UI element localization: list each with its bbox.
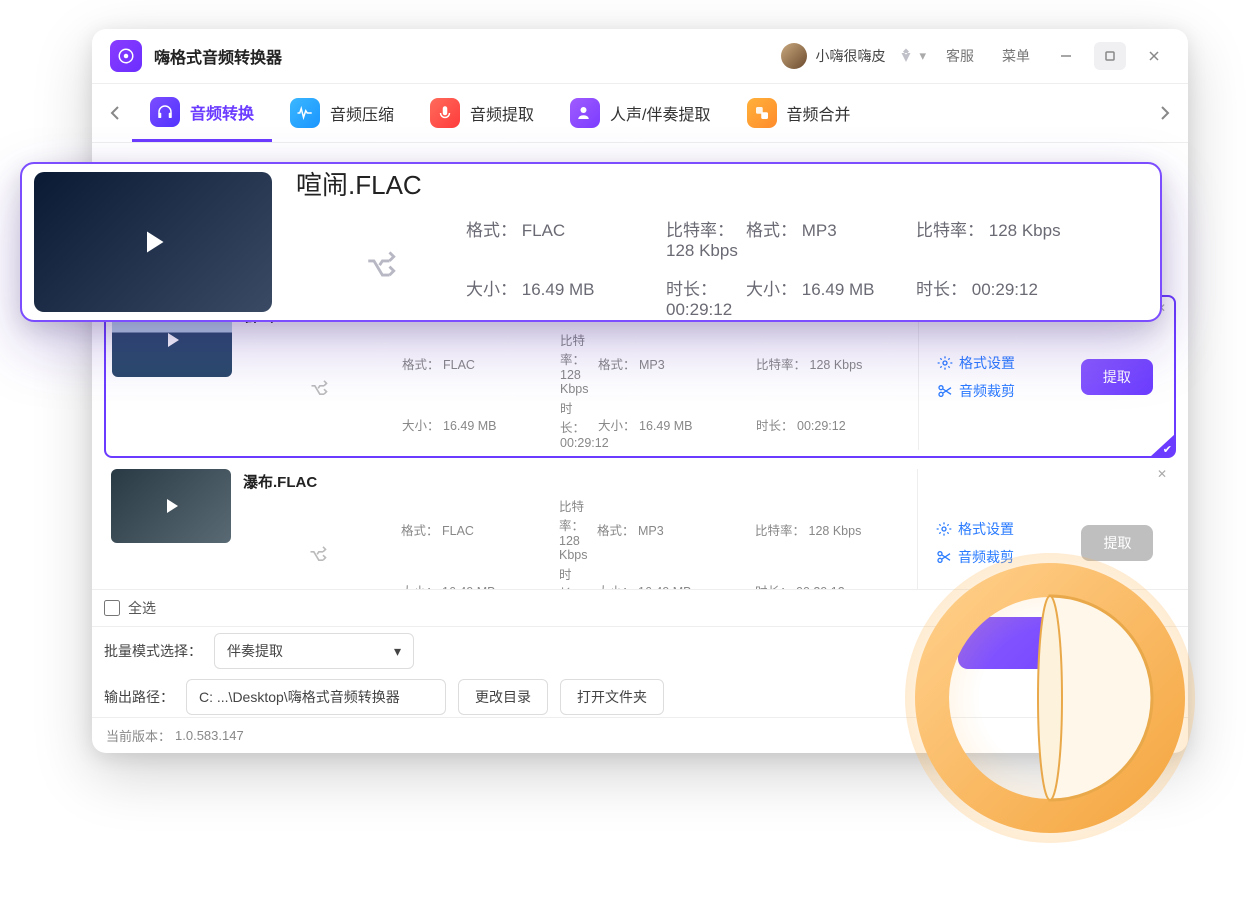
wave-icon: [290, 98, 320, 128]
merge-icon: [747, 98, 777, 128]
extract-button-disabled: 提取: [1081, 525, 1153, 561]
minimize-icon: [1059, 49, 1073, 63]
avatar: [781, 43, 807, 69]
change-dir-button[interactable]: 更改目录: [458, 679, 548, 715]
tab-audio-compress[interactable]: 音频压缩: [272, 84, 412, 142]
audio-trim-link[interactable]: 音频裁剪: [937, 381, 1056, 401]
app-logo-icon: [110, 40, 142, 72]
thumbnail[interactable]: [111, 469, 231, 543]
no-action-dropdown[interactable]: 不采: [1091, 726, 1135, 745]
task-done-label: 任务完: [1038, 726, 1077, 745]
select-all-label: 全选: [128, 598, 156, 618]
tab-label: 人声/伴奏提取: [610, 101, 710, 125]
file-name: 喧闹.FLAC: [296, 165, 1132, 202]
minimize-button[interactable]: [1050, 42, 1082, 70]
item-close-button[interactable]: ✕: [1157, 467, 1167, 481]
select-all-checkbox[interactable]: [104, 600, 120, 616]
chevron-right-icon: [1160, 105, 1170, 121]
menu-button[interactable]: 菜单: [994, 42, 1038, 70]
user-area[interactable]: 小嗨很嗨皮: [781, 43, 885, 69]
audio-trim-link[interactable]: 音频裁剪: [936, 547, 1056, 567]
ban-icon: [1091, 729, 1105, 743]
play-icon: [135, 224, 171, 260]
tab-vocal-extract[interactable]: 人声/伴奏提取: [552, 84, 728, 142]
gem-icon: [897, 47, 915, 65]
service-button[interactable]: 客服: [938, 42, 982, 70]
main-window: 嗨格式音频转换器 小嗨很嗨皮 ▾ 客服 菜单 音频转换: [92, 29, 1188, 753]
scissors-icon: [937, 383, 953, 399]
output-path-field[interactable]: C: ...\Desktop\嗨格式音频转换器: [186, 679, 446, 715]
thumbnail[interactable]: [34, 172, 272, 312]
play-icon: [159, 494, 183, 518]
chevron-down-icon: ▾: [919, 48, 926, 64]
maximize-button[interactable]: [1094, 42, 1126, 70]
close-button[interactable]: [1138, 42, 1170, 70]
gear-icon: [937, 355, 953, 371]
list-item[interactable]: ✕ 瀑布.FLAC 格式： FLAC 比特率： 128 Kbps 格式： MP3…: [104, 462, 1176, 589]
status-bar: 当前版本： 1.0.583.147 任务完 不采 ▴: [92, 717, 1188, 753]
tab-bar: 音频转换 音频压缩 音频提取 人声/伴奏提取 音频合并: [92, 83, 1188, 143]
tab-scroll-left[interactable]: [98, 84, 132, 142]
user-name: 小嗨很嗨皮: [815, 46, 885, 66]
headphones-icon: [150, 97, 180, 127]
tab-label: 音频提取: [470, 101, 534, 125]
plan-badge-dropdown[interactable]: ▾: [897, 47, 926, 65]
app-title: 嗨格式音频转换器: [154, 44, 282, 68]
shuffle-icon: [244, 380, 394, 400]
tab-label: 音频压缩: [330, 101, 394, 125]
tab-audio-extract[interactable]: 音频提取: [412, 84, 552, 142]
scissors-icon: [936, 549, 952, 565]
featured-item-popout: 喧闹.FLAC 格式： FLAC 比特率： 128 Kbps 格式： MP3 比…: [20, 162, 1162, 322]
gear-icon: [936, 521, 952, 537]
chevron-left-icon: [110, 105, 120, 121]
play-icon: [160, 328, 184, 352]
shuffle-icon: [296, 216, 466, 320]
chevron-up-icon[interactable]: ▴: [1149, 725, 1174, 747]
batch-mode-select[interactable]: 伴奏提取 ▾: [214, 633, 414, 669]
shuffle-icon: [243, 546, 393, 566]
tab-audio-merge[interactable]: 音频合并: [729, 84, 869, 142]
version-value: 1.0.583.147: [175, 728, 244, 743]
mic-icon: [430, 98, 460, 128]
version-label: 当前版本：: [106, 726, 171, 745]
close-icon: [1147, 49, 1161, 63]
format-settings-link[interactable]: 格式设置: [937, 353, 1056, 373]
maximize-icon: [1103, 49, 1117, 63]
convert-all-button[interactable]: 全: [958, 617, 1148, 669]
tab-audio-convert[interactable]: 音频转换: [132, 84, 272, 142]
output-path-label: 输出路径：: [104, 687, 174, 707]
extract-button[interactable]: 提取: [1081, 359, 1153, 395]
open-folder-button[interactable]: 打开文件夹: [560, 679, 664, 715]
titlebar: 嗨格式音频转换器 小嗨很嗨皮 ▾ 客服 菜单: [92, 29, 1188, 83]
tab-scroll-right[interactable]: [1148, 84, 1182, 142]
tab-label: 音频合并: [787, 101, 851, 125]
batch-mode-label: 批量模式选择：: [104, 641, 202, 661]
file-name: 瀑布.FLAC: [243, 471, 905, 492]
chevron-down-icon: ▾: [394, 643, 401, 660]
person-voice-icon: [570, 98, 600, 128]
tab-label: 音频转换: [190, 100, 254, 124]
format-settings-link[interactable]: 格式设置: [936, 519, 1056, 539]
